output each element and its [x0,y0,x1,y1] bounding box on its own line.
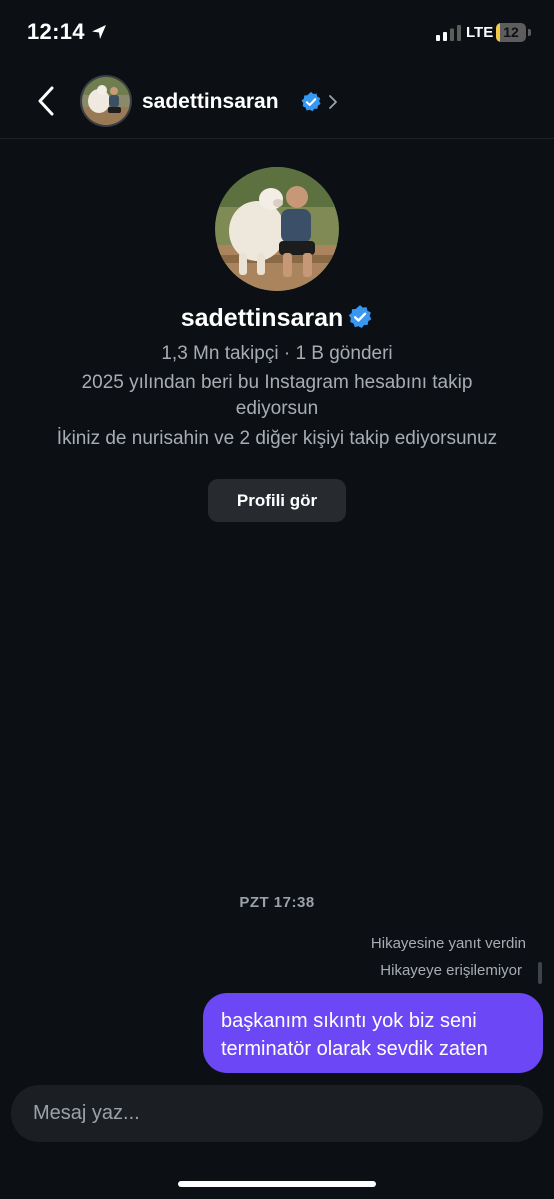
location-arrow-icon [92,25,106,39]
view-profile-button[interactable]: Profili gör [208,479,346,522]
message-input[interactable] [11,1085,543,1142]
back-arrow-icon[interactable] [32,84,62,118]
message-timestamp: PZT 17:38 [239,894,315,911]
follow-since-text: 2025 yılından beri bu Instagram hesabını… [81,372,473,419]
profile-username: sadettinsaran [180,304,344,332]
battery-level: 12 [503,24,519,40]
home-indicator[interactable] [178,1181,376,1187]
cellular-signal-icon [436,25,461,41]
chat-header: sadettinsaran [0,64,554,139]
network-type: LTE [466,24,494,41]
verified-badge-icon [349,305,372,328]
header-username[interactable]: sadettinsaran [142,90,279,114]
story-reply-note: Hikayesine yanıt verdin [370,935,526,952]
sent-message-bubble[interactable]: başkanım sıkıntı yok biz seni terminatör… [203,993,543,1073]
header-avatar[interactable] [80,75,132,127]
profile-name-row: sadettinsaran [0,304,554,333]
battery-icon: 12 [496,23,526,42]
status-time: 12:14 [27,19,85,44]
profile-stats: 1,3 Mn takipçi · 1 B gönderi [161,343,393,364]
avatar-photo [82,77,130,125]
status-bar: 12:14 LTE 12 [0,0,554,64]
verified-badge-icon [301,91,321,112]
chevron-right-icon[interactable] [327,94,339,110]
story-unavailable-note: Hikayeye erişilemiyor [380,962,522,979]
battery-nub [528,29,531,36]
story-reply-indicator [538,962,542,984]
profile-avatar[interactable] [215,167,339,291]
profile-photo [215,167,339,291]
mutual-followers-text: İkiniz de nurisahin ve 2 diğer kişiyi ta… [56,428,498,449]
